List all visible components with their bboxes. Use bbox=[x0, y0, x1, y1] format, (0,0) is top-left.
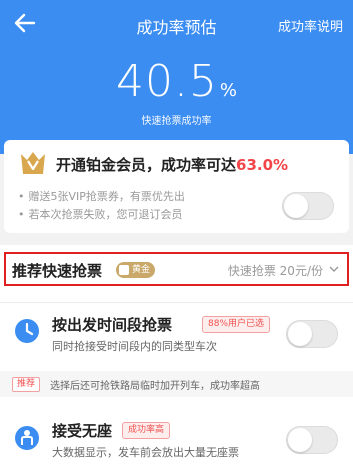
gold-tier-badge-label: 黄金 bbox=[132, 265, 151, 275]
divider bbox=[0, 302, 353, 303]
recommend-tag: 推荐 bbox=[12, 377, 41, 392]
vip-title-rate: 63.0% bbox=[236, 156, 289, 174]
vip-bullet-item: 若本次抢票失败，您可退订会员 bbox=[18, 206, 183, 222]
success-rate-display: 40.5% bbox=[0, 56, 353, 107]
vip-title-text: 开通铂金会员，成功率可达 bbox=[56, 156, 237, 174]
vip-toggle[interactable] bbox=[282, 192, 334, 220]
accept-no-seat-toggle[interactable] bbox=[286, 426, 338, 454]
recommend-tip: 推荐 选择后还可抢铁路局临时加开列车，成功率超高 bbox=[0, 371, 353, 397]
success-rate-explain-link[interactable]: 成功率说明 bbox=[278, 16, 343, 35]
fast-grab-selector[interactable]: 推荐快速抢票 黄金 快速抢票 20元/份 bbox=[4, 252, 349, 286]
fast-grab-price: 快速抢票 20元/份 bbox=[227, 264, 323, 278]
vip-crown-icon bbox=[21, 152, 45, 174]
vip-upgrade-card: 开通铂金会员，成功率可达63.0% 赠送5张VIP抢票券，有票优先出 若本次抢票… bbox=[4, 140, 349, 233]
crown-icon bbox=[119, 265, 129, 275]
gold-tier-badge: 黄金 bbox=[116, 262, 156, 278]
departure-time-subtitle: 同时抢接受时间段内的同类型车次 bbox=[52, 340, 217, 353]
accept-no-seat-subtitle: 大数据显示，发车前会放出大量无座票 bbox=[52, 446, 239, 459]
accept-no-seat-title: 接受无座 bbox=[52, 422, 113, 440]
person-seat-icon bbox=[15, 426, 39, 450]
success-rate-caption: 快速抢票成功率 bbox=[141, 116, 212, 127]
success-rate-value: 40.5 bbox=[115, 56, 218, 107]
vip-bullet-item: 赠送5张VIP抢票券，有票优先出 bbox=[18, 188, 185, 204]
departure-time-toggle[interactable] bbox=[286, 320, 338, 348]
vip-title: 开通铂金会员，成功率可达63.0% bbox=[56, 154, 288, 175]
popularity-tag: 88%用户已选 bbox=[202, 316, 271, 333]
header: 成功率预估 成功率说明 40.5% 快速抢票成功率 bbox=[0, 0, 353, 154]
success-rate-unit: % bbox=[219, 80, 238, 101]
clock-icon bbox=[15, 319, 39, 343]
high-success-tag: 成功率高 bbox=[122, 422, 171, 439]
departure-time-title: 按出发时间段抢票 bbox=[52, 316, 173, 334]
chevron-down-icon bbox=[329, 266, 339, 272]
fast-grab-title: 推荐快速抢票 bbox=[12, 262, 103, 280]
recommend-tip-text: 选择后还可抢铁路局临时加开列车，成功率超高 bbox=[50, 381, 260, 392]
